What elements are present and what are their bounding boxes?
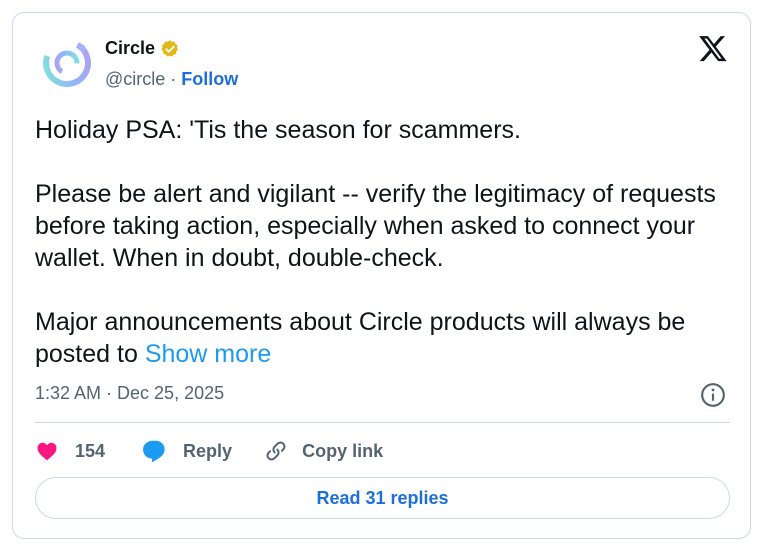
tweet-timestamp[interactable]: 1:32 AM · Dec 25, 2025 <box>35 383 224 404</box>
divider <box>35 422 730 423</box>
like-button[interactable]: 154 <box>35 439 141 463</box>
circle-logo-icon <box>39 35 95 91</box>
like-count: 154 <box>75 440 106 461</box>
action-bar: 154 Reply Copy link <box>35 431 383 471</box>
x-logo-icon[interactable] <box>698 33 728 63</box>
read-replies-button[interactable]: Read 31 replies <box>35 477 730 519</box>
follow-button[interactable]: Follow <box>181 69 238 90</box>
tweet-text: Holiday PSA: 'Tis the season for scammer… <box>35 114 725 370</box>
author-handle-row: @circle · Follow <box>105 69 238 90</box>
author-name-row: Circle <box>105 38 180 59</box>
copy-link-label: Copy link <box>302 440 384 461</box>
verified-badge-icon <box>161 39 179 57</box>
tweet-card: Circle @circle · Follow Holiday PSA: 'Ti… <box>12 12 751 539</box>
tweet-body-text: Holiday PSA: 'Tis the season for scammer… <box>35 116 716 368</box>
author-name[interactable]: Circle <box>105 38 155 59</box>
separator-dot: · <box>170 69 177 89</box>
info-icon[interactable] <box>700 382 726 408</box>
author-handle[interactable]: @circle <box>105 69 165 90</box>
heart-icon <box>37 442 57 461</box>
reply-bubble-icon <box>143 440 165 463</box>
avatar[interactable] <box>39 35 95 91</box>
copy-link-button[interactable]: Copy link <box>264 439 383 463</box>
show-more-link[interactable]: Show more <box>145 340 271 368</box>
reply-label: Reply <box>183 440 233 461</box>
link-icon <box>266 441 286 461</box>
reply-button[interactable]: Reply <box>141 438 264 464</box>
